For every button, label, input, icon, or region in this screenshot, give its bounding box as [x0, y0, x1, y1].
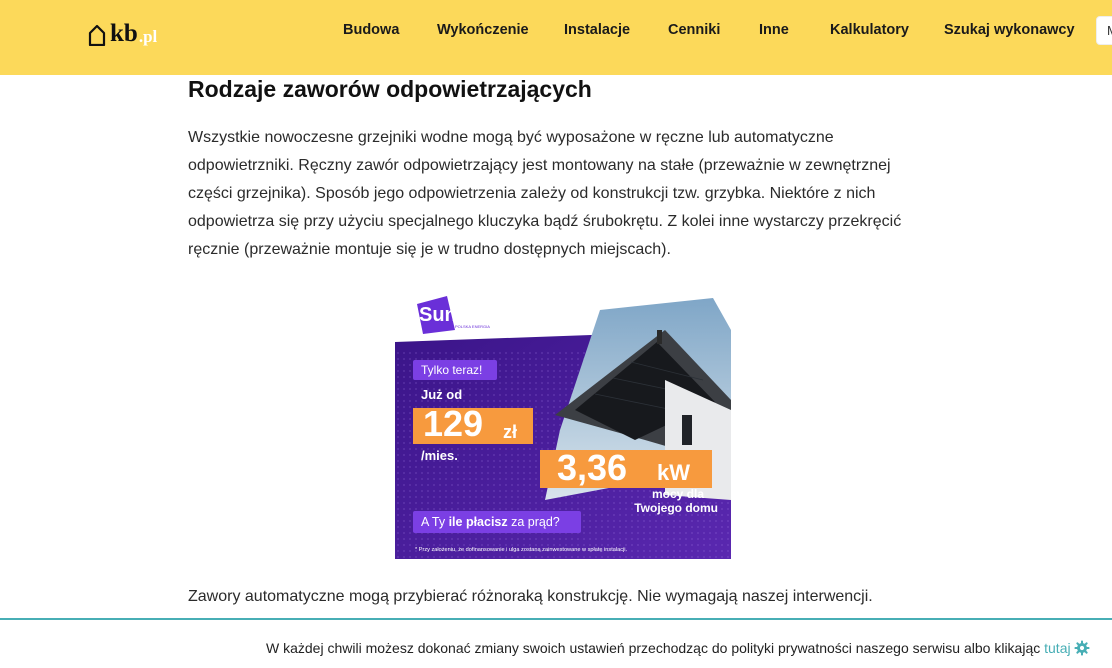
cookie-settings-link[interactable]: tutaj — [1044, 640, 1070, 656]
ad-currency: zł — [503, 422, 517, 442]
nav-item-budowa[interactable]: Budowa — [343, 22, 399, 38]
ad-badge: Tylko teraz! — [421, 363, 482, 377]
gear-icon[interactable] — [1074, 640, 1090, 656]
cookie-notice-bar: W każdej chwili możesz dokonać zmiany sw… — [0, 618, 1112, 668]
main-nav: Budowa Wykończenie Instalacje Cenniki In… — [0, 22, 1112, 40]
ad-brand: Sunday — [419, 304, 492, 326]
ad-brand-sub: POLSKA ENERGIA — [455, 324, 490, 329]
nav-item-instalacje[interactable]: Instalacje — [564, 22, 630, 38]
cookie-notice-text: W każdej chwili możesz dokonać zmiany sw… — [266, 640, 1045, 656]
nav-item-inne[interactable]: Inne — [759, 22, 789, 38]
cookie-notice: W każdej chwili możesz dokonać zmiany sw… — [266, 640, 1090, 656]
ad-power-unit: kW — [657, 460, 690, 485]
sunday-ad-banner[interactable]: Sunday POLSKA ENERGIA Tylko teraz! Już o… — [395, 290, 731, 559]
ad-price: 129 — [423, 403, 483, 444]
ad-power-caption-1: mocy dla — [652, 487, 704, 501]
ad-question: A Ty ile płacisz za prąd? — [421, 515, 560, 529]
article-content: Rodzaje zaworów odpowietrzających Wszyst… — [188, 74, 908, 264]
nav-item-kalkulatory[interactable]: Kalkulatory — [830, 22, 909, 38]
nav-item-wykonczenie[interactable]: Wykończenie — [437, 22, 529, 38]
ad-per-month: /mies. — [421, 448, 458, 463]
menu-button[interactable]: M — [1096, 16, 1112, 45]
ad-from-label: Już od — [421, 387, 462, 402]
section-heading: Rodzaje zaworów odpowietrzających — [188, 76, 592, 102]
article-paragraph-2: Zawory automatyczne mogą przybierać różn… — [188, 588, 873, 605]
ad-power: 3,36 — [557, 447, 627, 488]
ad-footnote: * Przy założeniu, że dofinansowanie i ul… — [415, 547, 628, 553]
ad-power-caption-2: Twojego domu — [634, 501, 718, 515]
site-header: kb .pl Budowa Wykończenie Instalacje Cen… — [0, 0, 1112, 75]
nav-item-szukaj-wykonawcy[interactable]: Szukaj wykonawcy — [944, 22, 1075, 38]
nav-item-cenniki[interactable]: Cenniki — [668, 22, 720, 38]
article-paragraph: Wszystkie nowoczesne grzejniki wodne mog… — [188, 129, 902, 258]
